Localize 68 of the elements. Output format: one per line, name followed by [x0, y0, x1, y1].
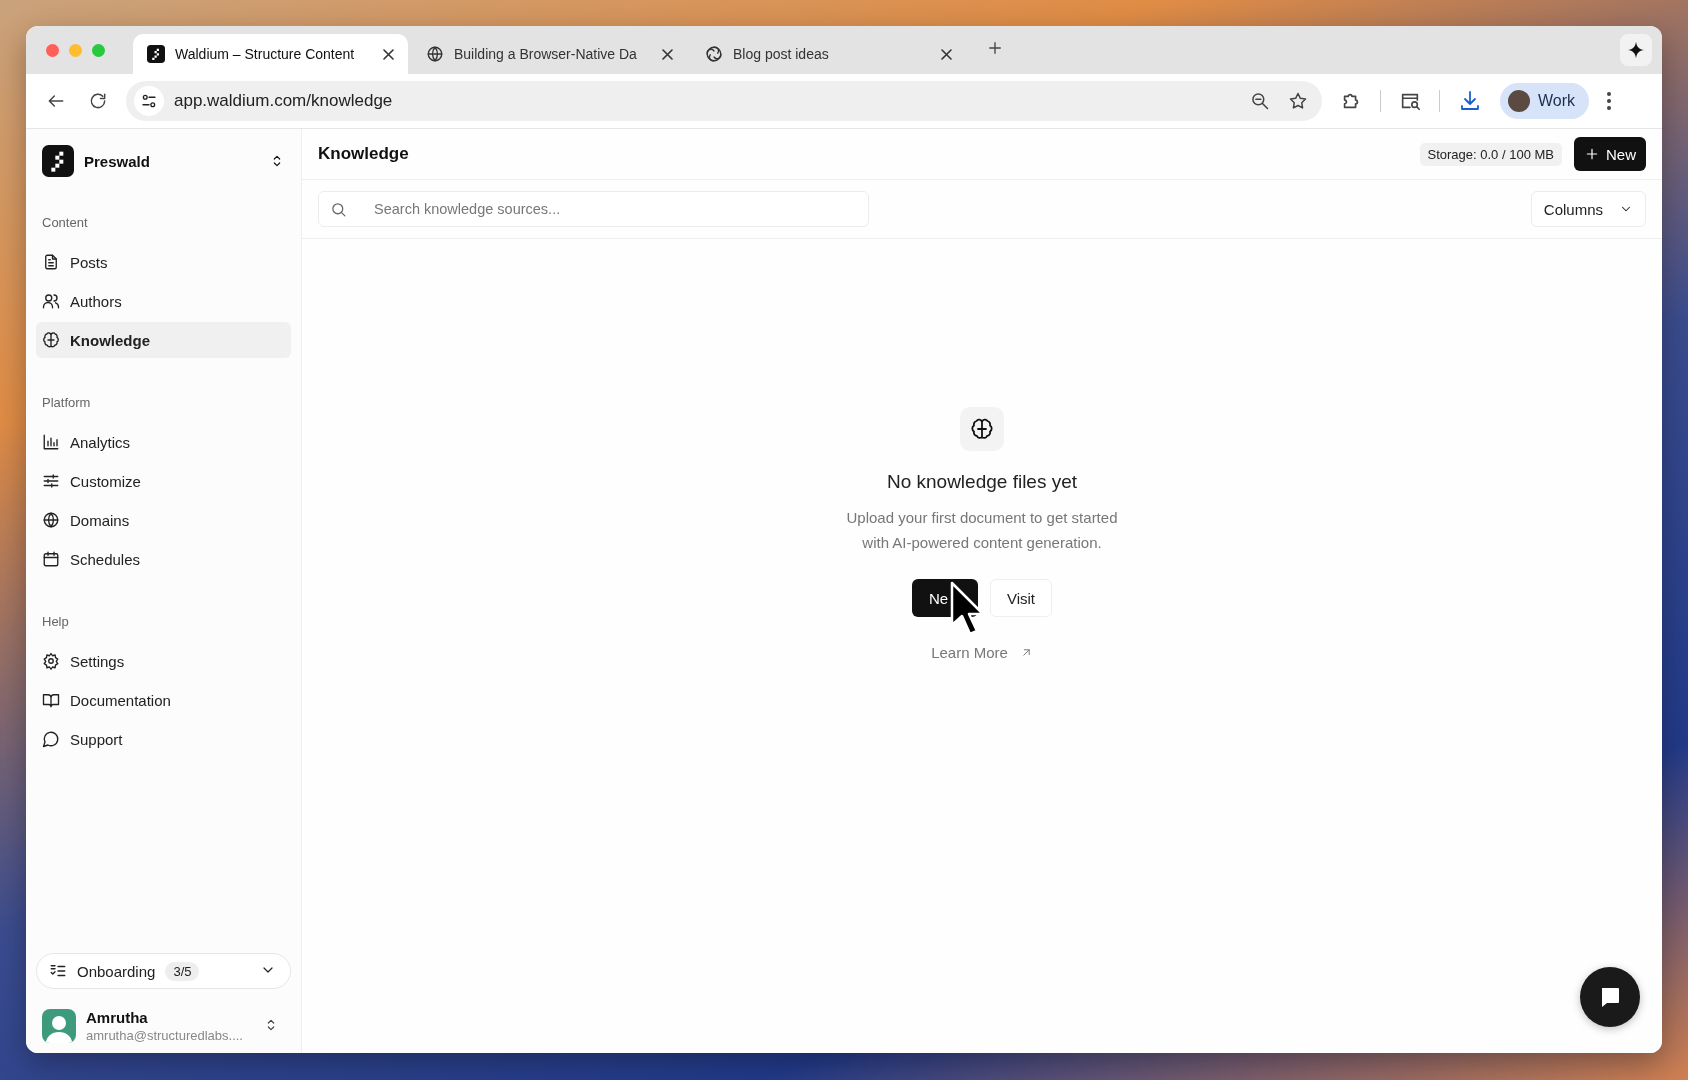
menu-dots-icon — [1607, 92, 1612, 110]
storage-badge: Storage: 0.0 / 100 MB — [1419, 142, 1562, 166]
search-field[interactable]: Search knowledge sources... — [318, 191, 869, 227]
plus-icon — [986, 39, 1004, 57]
visit-button[interactable]: Visit — [990, 579, 1052, 617]
spiral-icon — [705, 45, 723, 63]
zoom-out-icon — [1250, 91, 1270, 111]
sparkle-button[interactable] — [1620, 34, 1652, 66]
app-logo-icon — [147, 45, 165, 63]
sliders-icon — [42, 472, 60, 490]
tab-title: Waldium – Structure Content — [175, 46, 356, 62]
book-icon — [42, 691, 60, 709]
progress-count: 3/5 — [165, 961, 200, 981]
user-name: Amrutha — [86, 1009, 149, 1026]
sidebar-item[interactable]: Domains — [36, 502, 291, 538]
star-icon — [1288, 91, 1308, 111]
user-email: amrutha@structuredlabs.... — [86, 1028, 244, 1043]
avatar-placeholder — [42, 1009, 76, 1043]
avatar-placeholder — [1508, 90, 1530, 112]
empty-state-text: Upload your first document to get started with AI-powered content generation. — [845, 508, 1119, 553]
tab-title: Building a Browser-Native Da — [454, 46, 638, 62]
section-heading: Help — [41, 614, 70, 629]
globe-icon — [42, 511, 60, 529]
sidebar-item[interactable]: Knowledge — [36, 322, 291, 358]
bar-chart-icon — [42, 433, 60, 451]
sidebar-item[interactable]: Support — [36, 721, 291, 757]
section-heading: Content — [41, 215, 89, 230]
sidebar-item[interactable]: Authors — [36, 283, 291, 319]
onboarding-button[interactable]: Onboarding 3/5 — [36, 953, 291, 989]
sidebar-item[interactable]: Analytics — [36, 424, 291, 460]
sidebar-item[interactable]: Posts — [36, 244, 291, 280]
page-title: Knowledge — [318, 144, 410, 164]
globe-icon — [426, 45, 444, 63]
reload-icon — [88, 91, 108, 111]
sidebar-item[interactable]: Schedules — [36, 541, 291, 577]
workspace-switcher[interactable]: Preswald — [36, 141, 291, 181]
app-logo-icon — [42, 145, 74, 177]
download-icon — [1458, 89, 1482, 113]
browser-tab[interactable]: Waldium – Structure Content — [133, 34, 408, 74]
document-icon — [42, 253, 60, 271]
profile-button[interactable]: Work — [1500, 83, 1590, 119]
brain-icon — [42, 331, 60, 349]
browser-tab[interactable]: Blog post ideas — [691, 34, 966, 74]
site-settings-button[interactable] — [134, 86, 164, 116]
sidebar-item[interactable]: Customize — [36, 463, 291, 499]
empty-state-title: No knowledge files yet — [886, 471, 1078, 493]
calendar-icon — [42, 550, 60, 568]
browser-tab[interactable]: Building a Browser-Native Da — [412, 34, 687, 74]
users-icon — [42, 292, 60, 310]
close-tab-icon[interactable] — [662, 48, 673, 60]
plus-icon — [1584, 146, 1600, 162]
new-button[interactable]: New — [1574, 137, 1646, 171]
sidebar-item[interactable]: Documentation — [36, 682, 291, 718]
sparkle-icon — [1627, 41, 1645, 59]
sidebar-item[interactable]: Settings — [36, 643, 291, 679]
learn-more-link[interactable]: Learn More — [925, 643, 1039, 662]
chat-button[interactable] — [1580, 967, 1640, 1027]
tab-title: Blog post ideas — [733, 46, 830, 62]
settings-icon — [42, 652, 60, 670]
address-bar[interactable]: app.waldium.com/knowledge — [126, 81, 1322, 121]
close-tab-icon[interactable] — [383, 48, 394, 60]
columns-button[interactable]: Columns — [1530, 191, 1646, 227]
brain-icon — [970, 417, 994, 441]
speech-bubble-icon — [42, 730, 60, 748]
tune-icon — [140, 92, 158, 110]
url-text: app.waldium.com/knowledge — [174, 91, 394, 111]
close-tab-icon[interactable] — [941, 48, 952, 60]
section-heading: Platform — [41, 395, 92, 410]
